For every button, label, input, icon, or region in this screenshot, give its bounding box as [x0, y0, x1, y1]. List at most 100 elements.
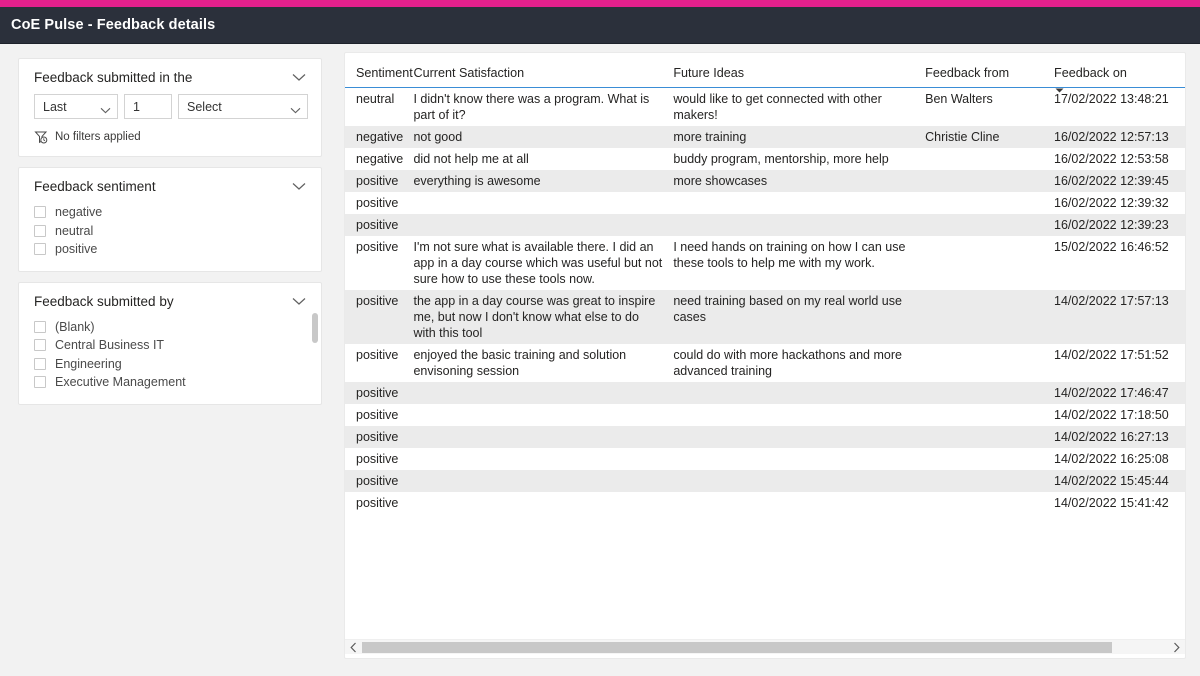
table-cell-future: [673, 382, 926, 404]
table-cell-current: everything is awesome: [413, 170, 674, 192]
feedback-table-scroll-area: Sentiment Current Satisfaction Future Id…: [345, 53, 1185, 639]
relative-mode-dropdown[interactable]: Last: [34, 94, 118, 119]
table-cell-on: 16/02/2022 12:39:45: [1054, 170, 1185, 192]
table-cell-future: [673, 426, 926, 448]
filter-card-date-header: Feedback submitted in the: [34, 69, 308, 86]
column-header-label: Current Satisfaction: [413, 66, 525, 80]
table-cell-from: [925, 214, 1055, 236]
table-row[interactable]: positive 14/02/2022 17:46:47: [345, 382, 1185, 404]
app-title-bar: CoE Pulse - Feedback details: [0, 7, 1200, 44]
column-header-future-ideas[interactable]: Future Ideas: [673, 53, 926, 88]
table-cell-current: enjoyed the basic training and solution …: [413, 348, 627, 378]
table-cell-from: Ben Walters: [925, 92, 993, 106]
table-cell-current: [413, 404, 673, 426]
table-row[interactable]: positive 14/02/2022 15:45:44: [345, 470, 1185, 492]
filter-card-date: Feedback submitted in the Last 1 Select: [18, 58, 322, 157]
column-header-sentiment[interactable]: Sentiment: [345, 53, 414, 88]
table-cell-sentiment: positive: [356, 240, 399, 254]
sentiment-checkbox-neutral[interactable]: neutral: [34, 222, 308, 241]
table-cell-sentiment: positive: [356, 348, 399, 362]
table-cell-on: 16/02/2022 12:53:58: [1054, 152, 1169, 166]
table-cell-sentiment: negative: [356, 152, 404, 166]
table-cell-from: [925, 382, 1055, 404]
chevron-down-icon[interactable]: [292, 297, 306, 306]
table-cell-sentiment: negative: [345, 126, 414, 148]
table-cell-on: 14/02/2022 15:45:44: [1054, 470, 1185, 492]
table-row[interactable]: positive 14/02/2022 17:18:50: [345, 404, 1185, 426]
column-header-feedback-on[interactable]: Feedback on: [1054, 53, 1185, 93]
table-row[interactable]: positive everything is awesome more showca…: [345, 170, 1185, 192]
table-cell-future: [673, 192, 925, 214]
sentiment-checkbox-positive[interactable]: positive: [34, 240, 308, 259]
table-cell-future: [673, 404, 925, 426]
table-cell-current: [413, 382, 674, 404]
checkbox-icon: [34, 206, 46, 219]
table-row[interactable]: positive 16/02/2022 12:39:23: [345, 214, 1185, 236]
feedback-table-hscrollbar[interactable]: [345, 639, 1185, 654]
table-cell-from: [925, 448, 1054, 470]
chevron-down-icon[interactable]: [292, 73, 306, 82]
submitted-by-checkbox-label: Engineering: [55, 356, 122, 371]
filter-rail: Feedback submitted in the Last 1 Select: [18, 52, 322, 676]
submitted-by-checkbox-blank[interactable]: (Blank): [34, 318, 308, 337]
table-header-row: Sentiment Current Satisfaction Future Id…: [345, 53, 1185, 93]
filter-card-sentiment: Feedback sentiment negative neutral posi…: [18, 167, 322, 272]
table-row[interactable]: positive 14/02/2022 16:27:13: [345, 426, 1185, 448]
table-row[interactable]: neutral I didn't know there was a program…: [345, 88, 1185, 127]
submitted-by-checkbox-executive-management[interactable]: Executive Management: [34, 373, 308, 392]
chevron-down-icon[interactable]: [292, 182, 306, 191]
table-cell-sentiment: positive: [345, 382, 414, 404]
table-row[interactable]: positive 14/02/2022 15:41:42: [345, 492, 1185, 514]
table-row[interactable]: positive enjoyed the basic training and s…: [345, 344, 1185, 382]
filter-card-sentiment-title: Feedback sentiment: [34, 179, 156, 194]
table-cell-from: [925, 192, 1054, 214]
submitted-by-checkbox-central-business-it[interactable]: Central Business IT: [34, 336, 308, 355]
scrollbar-thumb[interactable]: [312, 312, 318, 343]
submitted-by-scrollbar[interactable]: [312, 312, 318, 379]
filter-card-submitted-by-title: Feedback submitted by: [34, 293, 174, 309]
page-body: Feedback submitted in the Last 1 Select: [0, 44, 1200, 676]
relative-unit-dropdown[interactable]: Select: [178, 94, 308, 119]
table-cell-from: [925, 290, 1055, 344]
table-row[interactable]: negative did not help me at all buddy prog…: [345, 148, 1185, 170]
feedback-table-body: neutral I didn't know there was a program…: [345, 88, 1185, 515]
table-cell-on: 14/02/2022 17:18:50: [1054, 408, 1169, 422]
table-cell-sentiment: positive: [356, 452, 399, 466]
table-cell-on: 14/02/2022 17:51:52: [1054, 348, 1169, 362]
relative-count-input[interactable]: 1: [124, 94, 172, 119]
table-cell-future: more showcases: [673, 170, 926, 192]
checkbox-icon: [34, 224, 46, 237]
sentiment-checkbox-list: negative neutral positive: [34, 203, 308, 259]
table-cell-current: I didn't know there was a program. What …: [413, 92, 650, 122]
table-cell-current: [413, 448, 673, 470]
sentiment-checkbox-label: positive: [55, 242, 98, 257]
table-row[interactable]: positive 14/02/2022 16:25:08: [345, 448, 1185, 470]
sentiment-checkbox-negative[interactable]: negative: [34, 203, 308, 222]
table-cell-future: would like to get connected with other m…: [673, 92, 882, 122]
caret-down-icon: [1055, 82, 1064, 93]
table-row[interactable]: negative not good more training Christie Cl…: [345, 126, 1185, 148]
filter-card-submitted-by-header: Feedback submitted by: [34, 293, 308, 310]
hscrollbar-track[interactable]: [362, 641, 1168, 653]
hscrollbar-thumb[interactable]: [362, 641, 1112, 653]
table-cell-from: [925, 236, 1054, 290]
table-row[interactable]: positive I'm not sure what is available t…: [345, 236, 1185, 290]
table-cell-sentiment: positive: [345, 170, 414, 192]
checkbox-icon: [34, 320, 46, 333]
table-cell-from: [925, 344, 1054, 382]
column-header-current-satisfaction[interactable]: Current Satisfaction: [413, 53, 674, 88]
checkbox-icon: [34, 243, 46, 256]
column-header-feedback-from[interactable]: Feedback from: [925, 53, 1055, 88]
table-row[interactable]: positive 16/02/2022 12:39:32: [345, 192, 1185, 214]
chevron-right-icon[interactable]: [1170, 641, 1183, 654]
table-cell-current: did not help me at all: [413, 152, 529, 166]
table-cell-on: 16/02/2022 12:39:32: [1054, 196, 1169, 210]
chevron-left-icon[interactable]: [347, 641, 360, 654]
table-row[interactable]: positive the app in a day course was grea…: [345, 290, 1185, 344]
submitted-by-checkbox-engineering[interactable]: Engineering: [34, 355, 308, 374]
column-header-label: Sentiment: [356, 66, 413, 80]
table-cell-on: 14/02/2022 17:57:13: [1054, 290, 1185, 344]
submitted-by-checkbox-label: Executive Management: [55, 375, 186, 390]
table-cell-from: [925, 170, 1055, 192]
table-cell-current: not good: [413, 126, 674, 148]
